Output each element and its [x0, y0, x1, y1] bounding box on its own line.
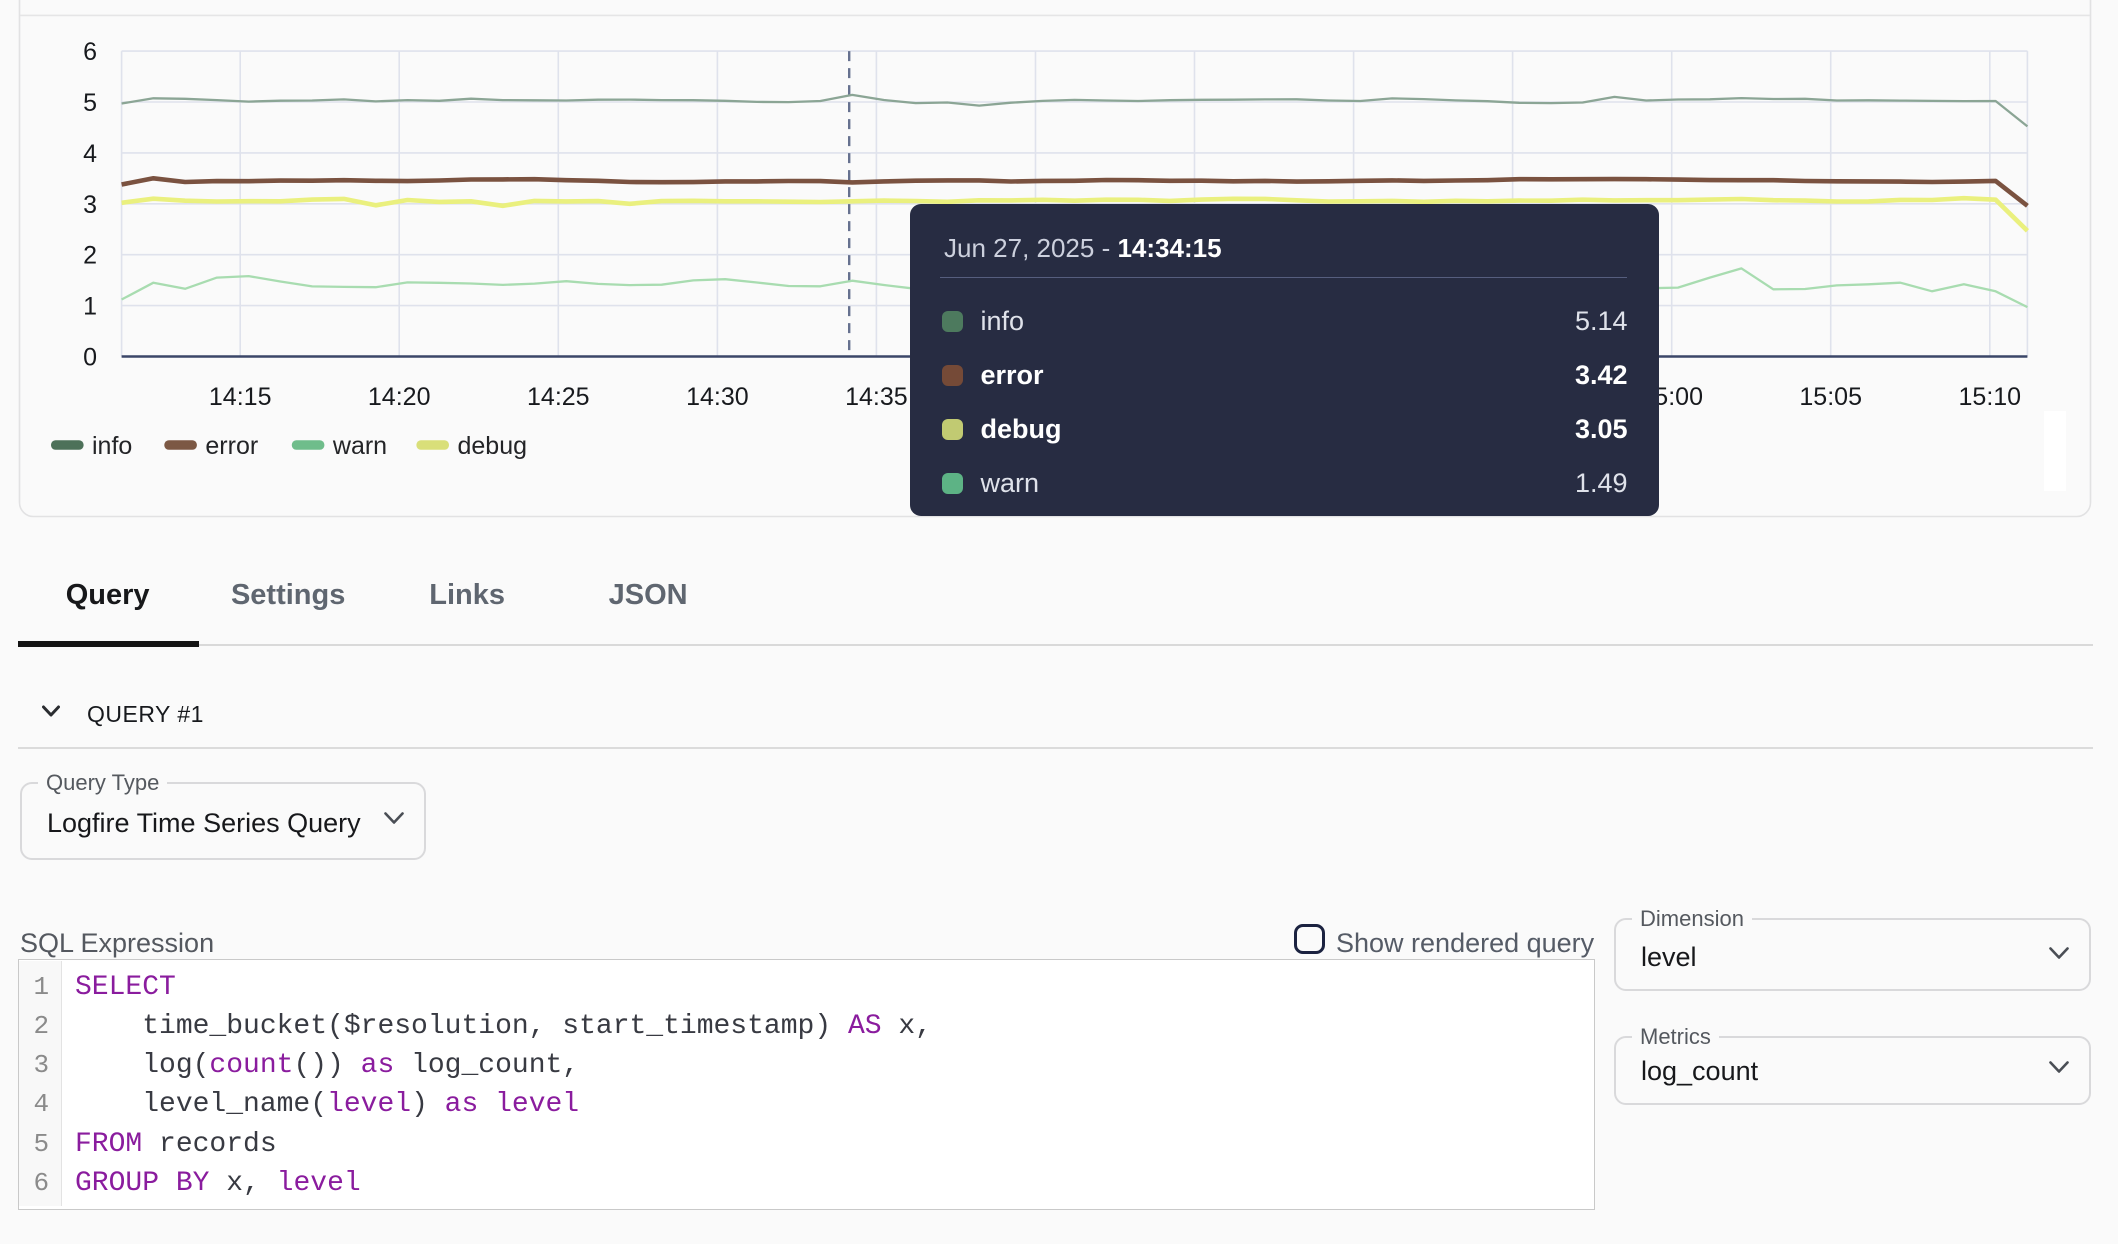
svg-text:15:10: 15:10: [1959, 383, 2022, 411]
svg-text:6: 6: [83, 38, 97, 66]
svg-text:14:20: 14:20: [368, 383, 431, 411]
svg-text:15:05: 15:05: [1799, 383, 1862, 411]
svg-text:0: 0: [83, 344, 97, 372]
svg-text:info: info: [92, 432, 132, 460]
svg-text:2: 2: [83, 242, 97, 270]
svg-text:warn: warn: [332, 432, 387, 460]
svg-text:14:30: 14:30: [686, 383, 749, 411]
svg-text:1: 1: [83, 293, 97, 321]
svg-text:error: error: [205, 432, 258, 460]
svg-text:3: 3: [83, 191, 97, 219]
svg-text:14:25: 14:25: [527, 383, 590, 411]
svg-text:5: 5: [83, 89, 97, 117]
svg-text:14:35: 14:35: [845, 383, 908, 411]
svg-text:debug: debug: [458, 432, 528, 460]
svg-text:14:15: 14:15: [209, 383, 272, 411]
svg-text:4: 4: [83, 140, 97, 168]
